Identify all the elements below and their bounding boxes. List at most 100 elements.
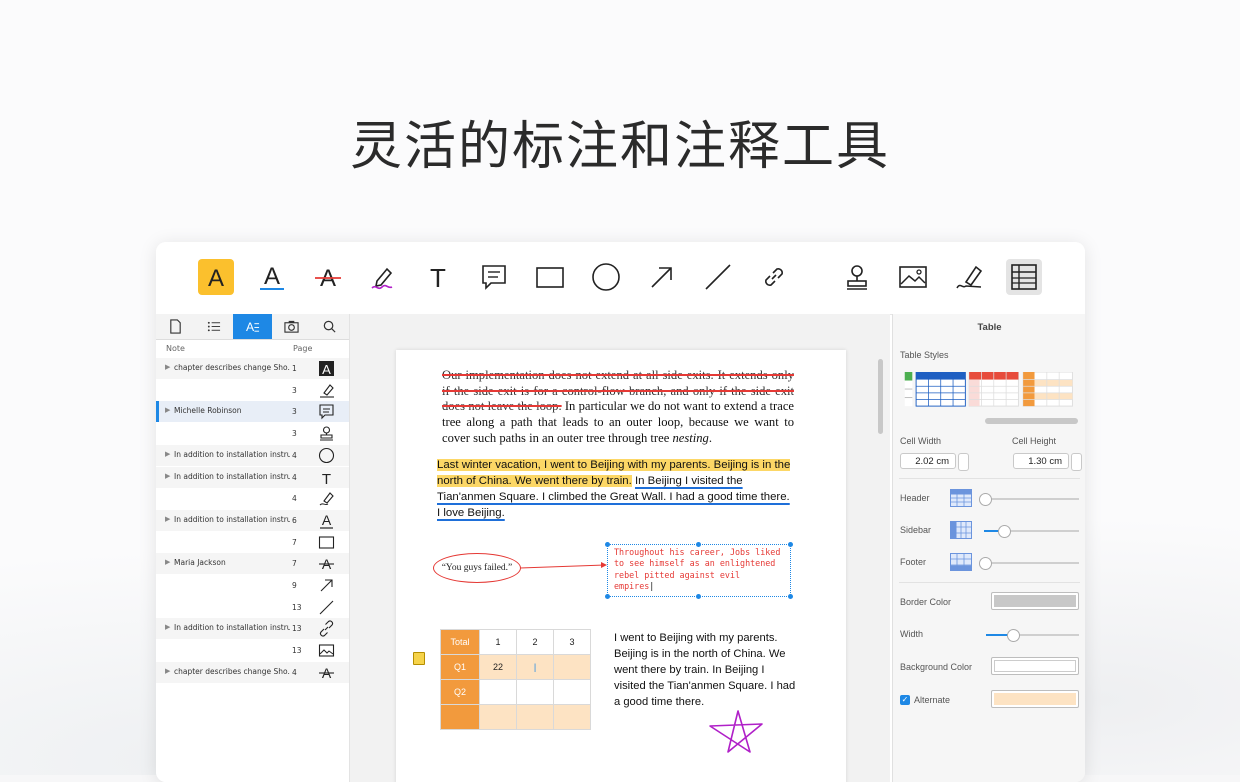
annotation-list-item[interactable]: 7: [156, 532, 349, 553]
cell-width-stepper[interactable]: [958, 453, 969, 471]
sidebar-grid-icon: [950, 521, 972, 539]
document-viewer[interactable]: Our implementation does not extend at al…: [350, 314, 890, 782]
rectangle-icon: [536, 267, 564, 288]
table-cell[interactable]: Q1: [440, 654, 480, 680]
line-tool-button[interactable]: [700, 259, 736, 295]
tab-outline[interactable]: [195, 314, 234, 339]
arrow-tool-button[interactable]: [644, 259, 680, 295]
table-cell[interactable]: [479, 679, 517, 705]
styles-scrollbar[interactable]: [985, 418, 1078, 424]
callout-arrow[interactable]: [519, 562, 611, 574]
tab-thumbnails[interactable]: [156, 314, 195, 339]
underline-tool-button[interactable]: A: [254, 259, 290, 295]
annotation-list-item[interactable]: ▶ Maria Jackson 7 A: [156, 553, 349, 575]
table-cell[interactable]: 3: [553, 629, 591, 655]
annotation-list-item[interactable]: 13: [156, 597, 349, 618]
header-slider-knob[interactable]: [979, 493, 992, 506]
alternate-checkbox[interactable]: ✓: [900, 695, 910, 705]
resize-handle[interactable]: [788, 594, 793, 599]
footer-slider[interactable]: [979, 557, 1079, 570]
annotation-list-item[interactable]: ▶ chapter describes change Sho... 4 A: [156, 661, 349, 683]
link-tool-button[interactable]: [756, 259, 792, 295]
table-cell[interactable]: [553, 704, 591, 730]
disclosure-triangle-icon[interactable]: ▶: [165, 558, 170, 566]
disclosure-triangle-icon[interactable]: ▶: [165, 623, 170, 631]
alternate-color-picker[interactable]: [991, 690, 1079, 708]
disclosure-triangle-icon[interactable]: ▶: [165, 515, 170, 523]
annotation-list-item[interactable]: 13: [156, 640, 349, 661]
border-width-slider-knob[interactable]: [1007, 629, 1021, 642]
image-tool-button[interactable]: [895, 259, 931, 295]
annotation-list-item[interactable]: ▶ Michelle Robinson 3: [156, 401, 349, 423]
cell-width-input[interactable]: 2.02 cm: [900, 453, 956, 469]
text-tool-button[interactable]: T: [420, 259, 456, 295]
annotation-list-item[interactable]: ▶ In addition to installation instru... 13: [156, 618, 349, 640]
table-cell[interactable]: 22: [479, 654, 517, 680]
text-icon: T: [430, 263, 446, 292]
highlight-tool-button[interactable]: A: [198, 259, 234, 295]
cell-height-stepper[interactable]: [1071, 453, 1082, 471]
disclosure-triangle-icon[interactable]: ▶: [165, 667, 170, 675]
resize-handle[interactable]: [696, 594, 701, 599]
table-cell[interactable]: Total: [440, 629, 480, 655]
table-cell[interactable]: [440, 704, 480, 730]
circle-icon: [318, 447, 335, 463]
disclosure-triangle-icon[interactable]: ▶: [165, 406, 170, 414]
tab-annotations[interactable]: A: [233, 314, 272, 339]
stamp-tool-button[interactable]: [839, 259, 875, 295]
resize-handle[interactable]: [605, 594, 610, 599]
signature-tool-button[interactable]: [951, 259, 987, 295]
background-color-picker[interactable]: [991, 657, 1079, 675]
border-color-label: Border Color: [900, 597, 952, 607]
resize-handle[interactable]: [605, 542, 610, 547]
sticky-note-icon[interactable]: [413, 652, 425, 665]
table-cell[interactable]: [516, 704, 554, 730]
annotation-list-item[interactable]: 9: [156, 575, 349, 596]
table-cell[interactable]: 2: [516, 629, 554, 655]
annotation-list-item[interactable]: ▶ chapter describes change Sho... 1 A: [156, 358, 349, 379]
table-styles-label: Table Styles: [900, 350, 949, 360]
annotation-list-item[interactable]: 3: [156, 423, 349, 444]
document-page[interactable]: Our implementation does not extend at al…: [396, 350, 846, 782]
tab-snapshot[interactable]: [272, 314, 311, 339]
tab-search[interactable]: [310, 314, 349, 339]
arrow-icon: [320, 579, 333, 592]
footer-slider-knob[interactable]: [979, 557, 992, 570]
strikethrough-tool-button[interactable]: A: [310, 259, 346, 295]
annotation-list-item[interactable]: 4: [156, 488, 349, 509]
circle-tool-button[interactable]: [588, 259, 624, 295]
annotation-list-item[interactable]: ▶ In addition to installation instru... 4 T: [156, 466, 349, 488]
table-cell[interactable]: [479, 704, 517, 730]
disclosure-triangle-icon[interactable]: ▶: [165, 472, 170, 480]
table-cell[interactable]: Q2: [440, 679, 480, 705]
freehand-star-annotation[interactable]: [706, 708, 766, 756]
disclosure-triangle-icon[interactable]: ▶: [165, 450, 170, 458]
resize-handle[interactable]: [696, 542, 701, 547]
annotation-list-item[interactable]: ▶ In addition to installation instru... 6 A: [156, 509, 349, 531]
table-cell[interactable]: |: [516, 654, 554, 680]
table-annotation[interactable]: Total 1 2 3 Q1 22 | Q2: [440, 629, 591, 730]
table-styles-gallery[interactable]: [900, 372, 1080, 408]
resize-handle[interactable]: [788, 542, 793, 547]
border-width-slider[interactable]: [986, 629, 1079, 642]
table-cell[interactable]: [553, 654, 591, 680]
sidebar-slider[interactable]: [984, 525, 1079, 538]
document-scrollbar[interactable]: [878, 359, 883, 434]
table-tool-button[interactable]: [1006, 259, 1042, 295]
header-slider[interactable]: [979, 493, 1079, 506]
table-cell[interactable]: 1: [479, 629, 517, 655]
border-color-picker[interactable]: [991, 592, 1079, 610]
table-cell[interactable]: [553, 679, 591, 705]
freehand-tool-button[interactable]: [364, 259, 400, 295]
annotation-list-item[interactable]: ▶ In addition to installation instru... 4: [156, 444, 349, 466]
sidebar-slider-knob[interactable]: [998, 525, 1011, 538]
ellipse-annotation[interactable]: “You guys failed.”: [433, 553, 521, 583]
annotation-list-item[interactable]: 3: [156, 380, 349, 401]
rectangle-tool-button[interactable]: [532, 259, 568, 295]
callout-text[interactable]: Throughout his career, Jobs liked to see…: [614, 547, 780, 591]
table-cell[interactable]: [516, 679, 554, 705]
disclosure-triangle-icon[interactable]: ▶: [165, 363, 170, 371]
text-callout-box[interactable]: Throughout his career, Jobs liked to see…: [607, 544, 791, 597]
note-tool-button[interactable]: [476, 259, 512, 295]
cell-height-input[interactable]: 1.30 cm: [1013, 453, 1069, 469]
